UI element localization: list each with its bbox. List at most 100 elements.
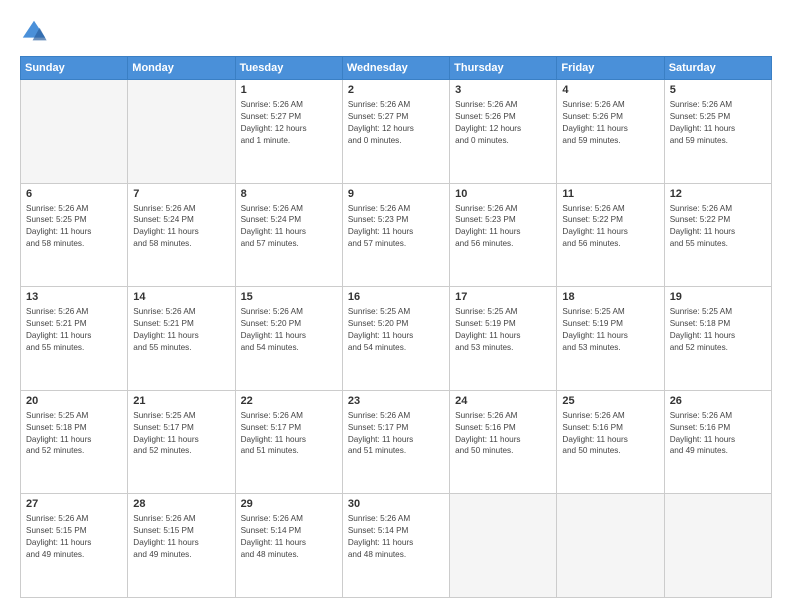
day-number: 13 bbox=[26, 291, 122, 303]
day-number: 22 bbox=[241, 395, 337, 407]
calendar-cell: 20 Sunrise: 5:25 AM Sunset: 5:18 PM Dayli… bbox=[21, 390, 128, 494]
day-info: Sunrise: 5:26 AM Sunset: 5:15 PM Dayligh… bbox=[133, 513, 229, 561]
day-number: 16 bbox=[348, 291, 444, 303]
weekday-header-saturday: Saturday bbox=[664, 57, 771, 80]
day-number: 23 bbox=[348, 395, 444, 407]
day-number: 28 bbox=[133, 498, 229, 510]
day-number: 8 bbox=[241, 188, 337, 200]
day-info: Sunrise: 5:25 AM Sunset: 5:17 PM Dayligh… bbox=[133, 410, 229, 458]
day-info: Sunrise: 5:26 AM Sunset: 5:14 PM Dayligh… bbox=[241, 513, 337, 561]
day-number: 4 bbox=[562, 84, 658, 96]
day-info: Sunrise: 5:26 AM Sunset: 5:22 PM Dayligh… bbox=[562, 203, 658, 251]
calendar-cell: 7 Sunrise: 5:26 AM Sunset: 5:24 PM Daylig… bbox=[128, 183, 235, 287]
calendar-cell bbox=[557, 494, 664, 598]
calendar-cell: 24 Sunrise: 5:26 AM Sunset: 5:16 PM Dayli… bbox=[450, 390, 557, 494]
day-number: 7 bbox=[133, 188, 229, 200]
day-number: 24 bbox=[455, 395, 551, 407]
calendar-cell: 18Sunrise: 5:25 AM Sunset: 5:19 PM Dayli… bbox=[557, 287, 664, 391]
weekday-row: SundayMondayTuesdayWednesdayThursdayFrid… bbox=[21, 57, 772, 80]
calendar-cell: 1 Sunrise: 5:26 AM Sunset: 5:27 PM Daylig… bbox=[235, 80, 342, 184]
day-number: 6 bbox=[26, 188, 122, 200]
day-info: Sunrise: 5:26 AM Sunset: 5:21 PM Dayligh… bbox=[133, 306, 229, 354]
day-info: Sunrise: 5:26 AM Sunset: 5:26 PM Dayligh… bbox=[455, 99, 551, 147]
day-number: 12 bbox=[670, 188, 766, 200]
day-info: Sunrise: 5:26 AM Sunset: 5:21 PM Dayligh… bbox=[26, 306, 122, 354]
header bbox=[20, 18, 772, 46]
day-info: Sunrise: 5:26 AM Sunset: 5:23 PM Dayligh… bbox=[455, 203, 551, 251]
day-number: 19 bbox=[670, 291, 766, 303]
day-number: 3 bbox=[455, 84, 551, 96]
calendar-cell: 2 Sunrise: 5:26 AM Sunset: 5:27 PM Daylig… bbox=[342, 80, 449, 184]
calendar-cell: 16 Sunrise: 5:25 AM Sunset: 5:20 PM Dayli… bbox=[342, 287, 449, 391]
day-info: Sunrise: 5:26 AM Sunset: 5:16 PM Dayligh… bbox=[455, 410, 551, 458]
weekday-header-tuesday: Tuesday bbox=[235, 57, 342, 80]
day-number: 26 bbox=[670, 395, 766, 407]
calendar-cell: 30 Sunrise: 5:26 AM Sunset: 5:14 PM Dayli… bbox=[342, 494, 449, 598]
day-info: Sunrise: 5:26 AM Sunset: 5:16 PM Dayligh… bbox=[562, 410, 658, 458]
week-row-2: 6 Sunrise: 5:26 AM Sunset: 5:25 PM Daylig… bbox=[21, 183, 772, 287]
week-row-3: 13 Sunrise: 5:26 AM Sunset: 5:21 PM Dayli… bbox=[21, 287, 772, 391]
calendar-cell: 15 Sunrise: 5:26 AM Sunset: 5:20 PM Dayli… bbox=[235, 287, 342, 391]
day-number: 9 bbox=[348, 188, 444, 200]
logo-icon bbox=[20, 18, 48, 46]
calendar-cell: 22 Sunrise: 5:26 AM Sunset: 5:17 PM Dayli… bbox=[235, 390, 342, 494]
day-info: Sunrise: 5:26 AM Sunset: 5:24 PM Dayligh… bbox=[133, 203, 229, 251]
week-row-1: 1 Sunrise: 5:26 AM Sunset: 5:27 PM Daylig… bbox=[21, 80, 772, 184]
day-info: Sunrise: 5:26 AM Sunset: 5:27 PM Dayligh… bbox=[241, 99, 337, 147]
calendar-cell: 9 Sunrise: 5:26 AM Sunset: 5:23 PM Daylig… bbox=[342, 183, 449, 287]
calendar-cell: 14 Sunrise: 5:26 AM Sunset: 5:21 PM Dayli… bbox=[128, 287, 235, 391]
calendar-cell: 5 Sunrise: 5:26 AM Sunset: 5:25 PM Daylig… bbox=[664, 80, 771, 184]
day-info: Sunrise: 5:26 AM Sunset: 5:24 PM Dayligh… bbox=[241, 203, 337, 251]
weekday-header-friday: Friday bbox=[557, 57, 664, 80]
calendar-cell: 10Sunrise: 5:26 AM Sunset: 5:23 PM Dayli… bbox=[450, 183, 557, 287]
day-info: Sunrise: 5:26 AM Sunset: 5:20 PM Dayligh… bbox=[241, 306, 337, 354]
day-info: Sunrise: 5:26 AM Sunset: 5:23 PM Dayligh… bbox=[348, 203, 444, 251]
calendar-cell: 13 Sunrise: 5:26 AM Sunset: 5:21 PM Dayli… bbox=[21, 287, 128, 391]
day-number: 11 bbox=[562, 188, 658, 200]
day-info: Sunrise: 5:25 AM Sunset: 5:20 PM Dayligh… bbox=[348, 306, 444, 354]
calendar-cell: 4 Sunrise: 5:26 AM Sunset: 5:26 PM Daylig… bbox=[557, 80, 664, 184]
calendar-header: SundayMondayTuesdayWednesdayThursdayFrid… bbox=[21, 57, 772, 80]
day-info: Sunrise: 5:26 AM Sunset: 5:27 PM Dayligh… bbox=[348, 99, 444, 147]
day-info: Sunrise: 5:26 AM Sunset: 5:25 PM Dayligh… bbox=[670, 99, 766, 147]
week-row-4: 20 Sunrise: 5:25 AM Sunset: 5:18 PM Dayli… bbox=[21, 390, 772, 494]
day-info: Sunrise: 5:25 AM Sunset: 5:18 PM Dayligh… bbox=[26, 410, 122, 458]
day-number: 27 bbox=[26, 498, 122, 510]
day-number: 30 bbox=[348, 498, 444, 510]
day-number: 18 bbox=[562, 291, 658, 303]
calendar-cell: 28 Sunrise: 5:26 AM Sunset: 5:15 PM Dayli… bbox=[128, 494, 235, 598]
calendar-cell: 12Sunrise: 5:26 AM Sunset: 5:22 PM Dayli… bbox=[664, 183, 771, 287]
calendar-cell: 19 Sunrise: 5:25 AM Sunset: 5:18 PM Dayli… bbox=[664, 287, 771, 391]
day-info: Sunrise: 5:25 AM Sunset: 5:18 PM Dayligh… bbox=[670, 306, 766, 354]
weekday-header-thursday: Thursday bbox=[450, 57, 557, 80]
day-number: 20 bbox=[26, 395, 122, 407]
calendar-table: SundayMondayTuesdayWednesdayThursdayFrid… bbox=[20, 56, 772, 598]
day-number: 25 bbox=[562, 395, 658, 407]
day-info: Sunrise: 5:26 AM Sunset: 5:14 PM Dayligh… bbox=[348, 513, 444, 561]
day-number: 2 bbox=[348, 84, 444, 96]
page: SundayMondayTuesdayWednesdayThursdayFrid… bbox=[0, 0, 792, 612]
weekday-header-wednesday: Wednesday bbox=[342, 57, 449, 80]
day-info: Sunrise: 5:26 AM Sunset: 5:15 PM Dayligh… bbox=[26, 513, 122, 561]
day-info: Sunrise: 5:26 AM Sunset: 5:26 PM Dayligh… bbox=[562, 99, 658, 147]
day-number: 5 bbox=[670, 84, 766, 96]
logo bbox=[20, 18, 52, 46]
day-number: 21 bbox=[133, 395, 229, 407]
day-info: Sunrise: 5:26 AM Sunset: 5:17 PM Dayligh… bbox=[241, 410, 337, 458]
calendar-body: 1 Sunrise: 5:26 AM Sunset: 5:27 PM Daylig… bbox=[21, 80, 772, 598]
calendar-cell: 23 Sunrise: 5:26 AM Sunset: 5:17 PM Dayli… bbox=[342, 390, 449, 494]
calendar-cell: 8 Sunrise: 5:26 AM Sunset: 5:24 PM Daylig… bbox=[235, 183, 342, 287]
day-number: 14 bbox=[133, 291, 229, 303]
day-info: Sunrise: 5:25 AM Sunset: 5:19 PM Dayligh… bbox=[455, 306, 551, 354]
calendar-cell: 21 Sunrise: 5:25 AM Sunset: 5:17 PM Dayli… bbox=[128, 390, 235, 494]
day-info: Sunrise: 5:26 AM Sunset: 5:25 PM Dayligh… bbox=[26, 203, 122, 251]
day-info: Sunrise: 5:26 AM Sunset: 5:17 PM Dayligh… bbox=[348, 410, 444, 458]
day-number: 1 bbox=[241, 84, 337, 96]
calendar-cell: 25 Sunrise: 5:26 AM Sunset: 5:16 PM Dayli… bbox=[557, 390, 664, 494]
day-number: 29 bbox=[241, 498, 337, 510]
day-number: 15 bbox=[241, 291, 337, 303]
day-number: 17 bbox=[455, 291, 551, 303]
calendar-cell: 17 Sunrise: 5:25 AM Sunset: 5:19 PM Dayli… bbox=[450, 287, 557, 391]
week-row-5: 27 Sunrise: 5:26 AM Sunset: 5:15 PM Dayli… bbox=[21, 494, 772, 598]
calendar-cell: 6 Sunrise: 5:26 AM Sunset: 5:25 PM Daylig… bbox=[21, 183, 128, 287]
